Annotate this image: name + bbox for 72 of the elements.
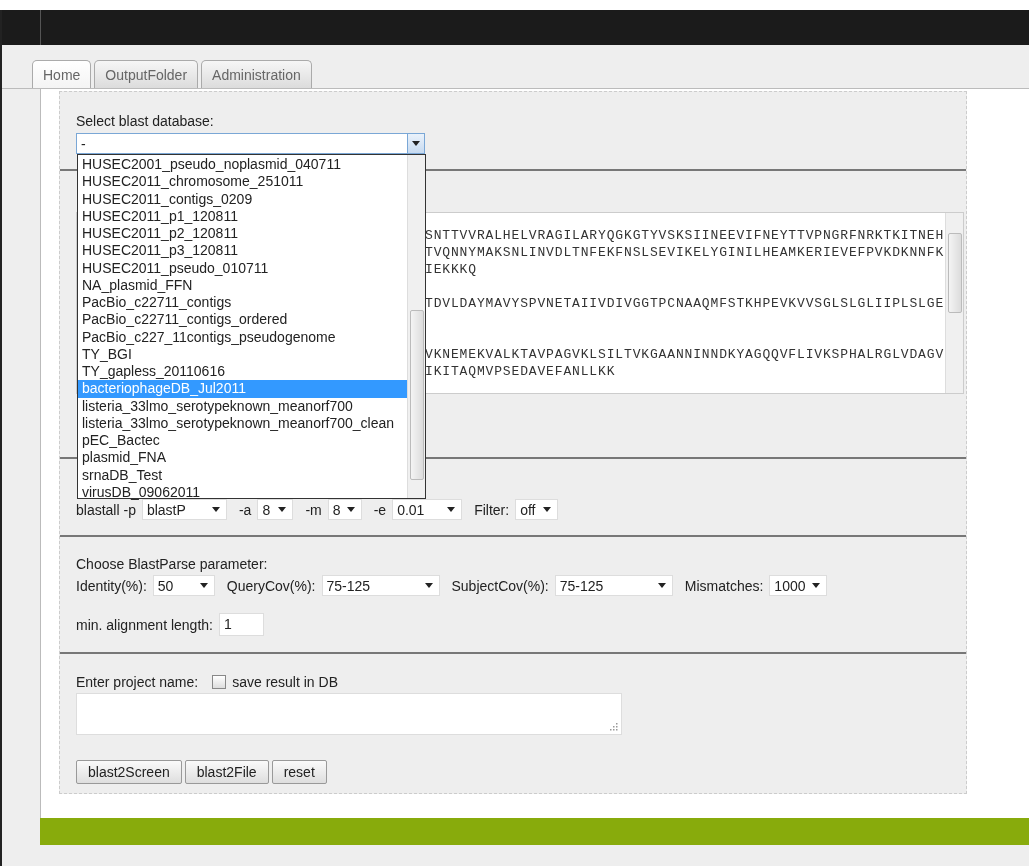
option-label: Identity(%): [76,577,147,594]
field-label: Enter project name: [76,674,199,690]
dropdown-option[interactable]: pEC_Bactec [78,432,407,450]
tab[interactable]: OutputFolder [94,60,199,88]
action-button[interactable]: blast2File [184,760,269,784]
caret-icon [278,507,287,512]
caret-icon [812,583,821,588]
caret-icon [412,141,420,146]
caret-icon [346,507,355,512]
dropdown-option[interactable]: TY_gapless_20110616 [78,363,407,381]
dropdown-option[interactable]: HUSEC2011_chromosome_251011 [78,173,407,191]
action-button[interactable]: reset [271,760,327,784]
dropdown-option[interactable]: TY_BGI [78,345,407,363]
option-label: -e [373,501,387,518]
dropdown-option[interactable]: HUSEC2001_pseudo_noplasmid_040711 [78,156,407,174]
dropdown-option[interactable]: PacBio_c22711_contigs [78,294,407,312]
option-select[interactable]: 75-125 [321,575,440,596]
option-select[interactable]: 1000 [769,575,828,596]
sequence-line: SNTTVVRALHELVRAGILARYQGKGTYVSKSIINEEVIFNEYTTVPNGRFNRKTKITNEH [425,227,945,244]
caret-icon [424,583,433,588]
dropdown-option[interactable]: PacBio_c22711_contigs_ordered [78,311,407,329]
dropdown-option[interactable]: HUSEC2011_p2_120811 [78,225,407,243]
option-label: Filter: [474,501,510,518]
scrollbar[interactable] [945,213,963,393]
dropdown-option[interactable]: listeria_33lmo_serotypeknown_meanorf700_clean [78,414,407,432]
option-select[interactable]: 8 [257,499,294,520]
section-title: Choose BlastParse parameter: [76,556,269,572]
dropdown-option[interactable]: listeria_33lmo_serotypeknown_meanorf700 [78,397,407,415]
caret-icon [657,583,666,588]
caret-icon [211,507,220,512]
option-label: Mismatches: [684,577,764,594]
resize-grip-icon[interactable] [610,723,618,731]
caret-icon [543,507,552,512]
option-label: -a [238,501,252,518]
dropdown-option[interactable]: virusDB_09062011 [78,483,407,501]
dropdown-option[interactable]: PacBio_c227_11contigs_pseudogenome [78,328,407,346]
option-select[interactable]: 75-125 [554,575,673,596]
sequence-line: TVQNNYMAKSNLINVDLTNFEKFNSLSEVIKELYGINILHEAMKERIEVEFPVKDKNNFK [425,244,945,261]
length-input[interactable]: 1 [218,613,264,636]
dropdown-option[interactable]: NA_plasmid_FFN [78,276,407,294]
sequence-line: TDVLDAYMAVYSPVNETAIIVDIVGGTPCNAAQMFSTKHPEVKVVSGLSLGLIIPLSLGE [425,295,945,312]
sequence-line: VKNEMEKVALKTAVPAGVKLSILTVKGAANNINNDKYAGQQVFLIVKSPHALRGLVDAGV [425,346,945,363]
dropdown-option[interactable]: HUSEC2011_pseudo_010711 [78,259,407,277]
option-select[interactable]: 0.01 [392,499,463,520]
sequence-line: IEKKKQ [425,261,478,278]
dropdown-option[interactable]: plasmid_FNA [78,449,407,467]
checkbox[interactable] [212,675,227,689]
checkbox-label: save result in DB [232,674,338,690]
tab[interactable]: Home [32,60,92,88]
option-select[interactable]: off [515,499,559,520]
select-value: - [81,135,86,152]
caret-icon [199,583,208,588]
sequence-line: IKITAQMVPSEDAVEFANLLKK [425,363,617,380]
dropdown-option[interactable]: HUSEC2011_p1_120811 [78,207,407,225]
dropdown-option[interactable]: srnaDB_Test [78,466,407,484]
option-label: QueryCov(%): [226,577,316,594]
option-label: -m [305,501,322,518]
tab[interactable]: Administration [201,60,312,88]
project-name-field[interactable] [76,693,622,735]
option-select[interactable]: 8 [327,499,362,520]
option-label: SubjectCov(%): [451,577,549,594]
scrollbar[interactable] [407,155,425,498]
option-select[interactable]: 50 [152,575,215,596]
dropdown-option[interactable]: HUSEC2011_contigs_0209 [78,190,407,208]
field-label: Select blast database: [76,113,215,129]
database-select[interactable]: - [76,133,425,154]
option-label: blastall -p [76,501,136,518]
option-select[interactable]: blastP [141,499,227,520]
action-button[interactable]: blast2Screen [76,760,182,784]
caret-icon [447,507,456,512]
option-label: min. alignment length: [76,616,213,633]
dropdown-option[interactable]: HUSEC2011_p3_120811 [78,242,407,260]
